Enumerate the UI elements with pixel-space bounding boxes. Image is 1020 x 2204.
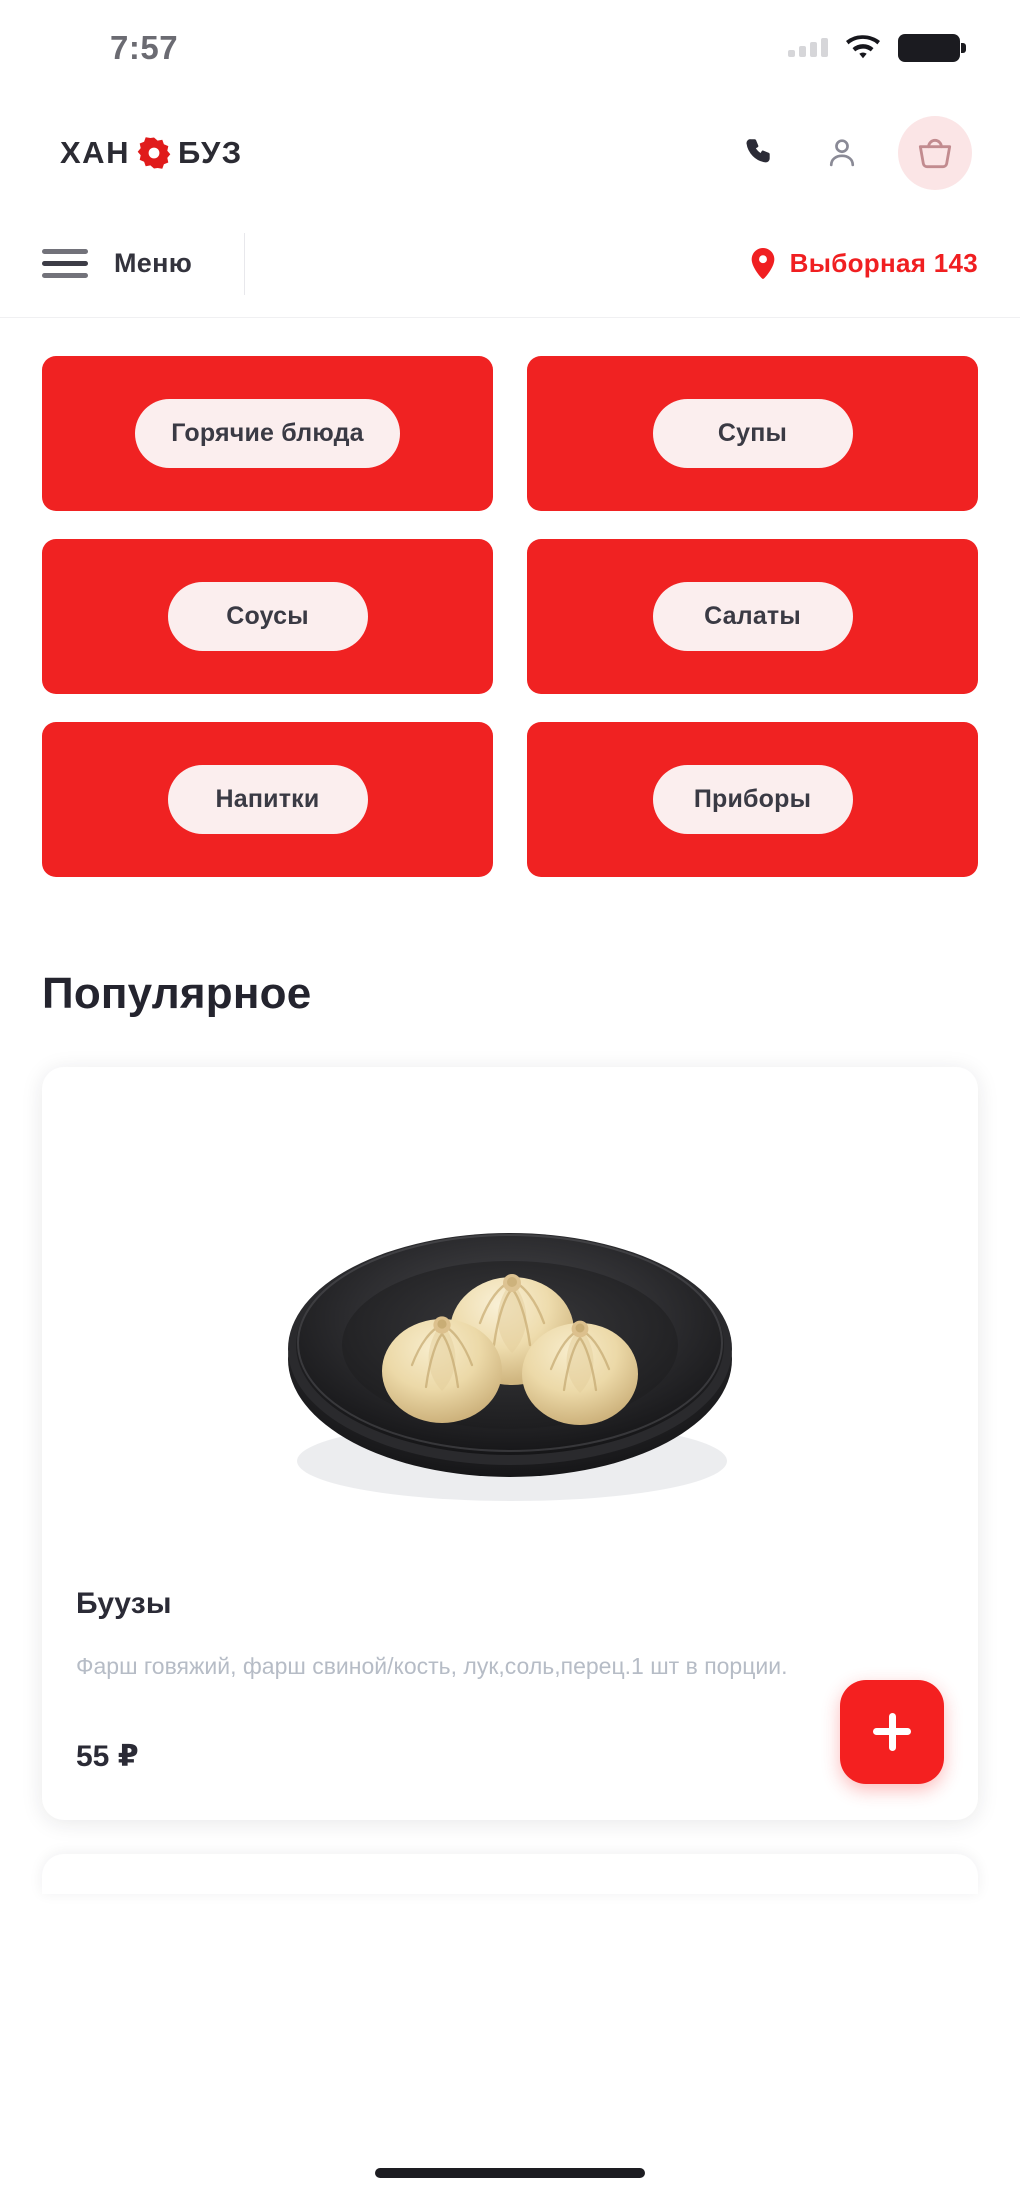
category-label: Горячие блюда bbox=[135, 399, 400, 468]
category-label: Салаты bbox=[652, 582, 853, 651]
status-time: 7:57 bbox=[110, 28, 179, 66]
signal-bars-icon bbox=[788, 38, 828, 57]
location-label: Выборная 143 bbox=[789, 248, 978, 278]
category-label: Соусы bbox=[167, 582, 368, 651]
product-name: Буузы bbox=[76, 1587, 172, 1620]
header-actions bbox=[730, 115, 972, 190]
category-tile-drinks[interactable]: Напитки bbox=[42, 722, 493, 877]
app-header: ХАН БУЗ bbox=[0, 95, 1020, 210]
product-description: Фарш говяжий, фарш свиной/кость, лук,сол… bbox=[76, 1653, 788, 1679]
product-footer: 55 ₽ bbox=[76, 1739, 944, 1774]
category-label: Приборы bbox=[652, 765, 853, 834]
app-screen: 7:57 ХАН БУЗ Меню Выборная 143 Горячие б… bbox=[0, 0, 1020, 2204]
location-pin-icon bbox=[750, 247, 776, 280]
popular-list: Буузы Фарш говяжий, фарш свиной/кость, л… bbox=[0, 1019, 1020, 1820]
add-to-cart-button[interactable] bbox=[840, 1679, 944, 1784]
category-label: Напитки bbox=[167, 765, 368, 834]
product-price: 55 ₽ bbox=[76, 1739, 139, 1773]
category-tile-sauces[interactable]: Соусы bbox=[42, 539, 493, 694]
category-tile-hot-dishes[interactable]: Горячие блюда bbox=[42, 356, 493, 511]
brand-logo-right: БУЗ bbox=[177, 134, 243, 170]
location-selector[interactable]: Выборная 143 bbox=[750, 247, 978, 280]
product-card-next-peek[interactable] bbox=[42, 1853, 978, 1894]
category-grid: Горячие блюда Супы Соусы Салаты Напитки … bbox=[0, 318, 1020, 877]
hamburger-icon bbox=[42, 249, 88, 278]
menu-label: Меню bbox=[114, 248, 193, 278]
status-indicators bbox=[788, 33, 966, 62]
phone-icon[interactable] bbox=[730, 125, 786, 181]
nav-strip: Меню Выборная 143 bbox=[0, 210, 1020, 318]
red-flower-badge-icon bbox=[137, 136, 171, 170]
cart-icon[interactable] bbox=[898, 115, 972, 190]
product-card[interactable]: Буузы Фарш говяжий, фарш свиной/кость, л… bbox=[42, 1067, 978, 1820]
plus-icon bbox=[888, 1712, 896, 1751]
status-bar: 7:57 bbox=[0, 0, 1020, 95]
category-tile-soups[interactable]: Супы bbox=[527, 356, 978, 511]
product-image bbox=[76, 1101, 944, 1561]
wifi-icon bbox=[846, 34, 880, 61]
battery-full-icon bbox=[898, 33, 966, 62]
brand-logo-left: ХАН bbox=[60, 134, 130, 170]
brand-logo[interactable]: ХАН БУЗ bbox=[60, 135, 243, 171]
category-tile-salads[interactable]: Салаты bbox=[527, 539, 978, 694]
home-indicator bbox=[375, 2168, 645, 2178]
user-icon[interactable] bbox=[814, 125, 870, 181]
category-tile-cutlery[interactable]: Приборы bbox=[527, 722, 978, 877]
menu-button[interactable]: Меню bbox=[42, 232, 246, 295]
page-title: Популярное bbox=[42, 969, 312, 1018]
category-label: Супы bbox=[652, 399, 853, 468]
